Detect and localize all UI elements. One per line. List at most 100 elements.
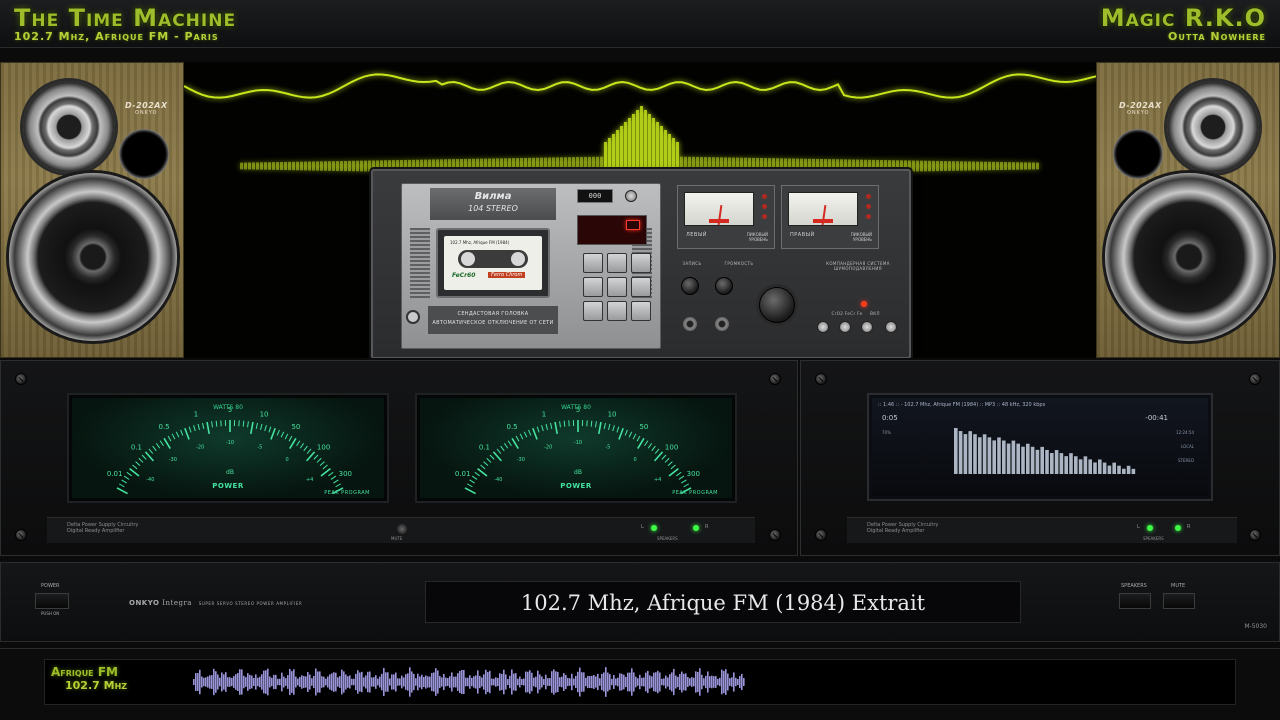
waveform-sample	[489, 670, 491, 694]
transport-button[interactable]	[607, 253, 627, 273]
meter-tick	[288, 435, 293, 442]
waveform-sample	[573, 678, 575, 686]
volume-label: ГРОМКОСТЬ	[724, 261, 754, 266]
visualizer-bar	[1004, 162, 1007, 170]
visualizer-bar	[964, 161, 967, 171]
visualizer-bar	[364, 160, 367, 172]
waveform-sample	[523, 678, 525, 686]
visualizer-bar	[328, 161, 331, 171]
noise-reduction-button[interactable]	[885, 321, 897, 333]
transport-button[interactable]	[631, 277, 651, 297]
transport-button[interactable]	[583, 277, 603, 297]
tape-fe-button[interactable]	[861, 321, 873, 333]
waveform-sample	[329, 674, 331, 690]
waveform-sample	[339, 676, 341, 688]
right-channel-label: R	[1187, 524, 1191, 530]
meter-scale-label: 0.1	[131, 443, 142, 451]
transport-button[interactable]	[607, 301, 627, 321]
waveform-sample	[497, 677, 499, 687]
meter-scale-label: 300	[339, 470, 352, 478]
meter-tick	[550, 422, 553, 429]
balance-knob[interactable]	[715, 277, 733, 295]
waveform-sample	[607, 672, 609, 692]
watts-label: WATTS 80	[561, 404, 591, 411]
waveform-sample	[223, 674, 225, 690]
record-level-knob[interactable]	[681, 277, 699, 295]
spectrum-bar	[1059, 453, 1064, 474]
transport-button[interactable]	[631, 301, 651, 321]
waveform-sample	[459, 670, 461, 694]
meter-db-label: -5	[605, 444, 610, 450]
spectrum-bar	[1074, 456, 1078, 474]
meter-tick	[255, 422, 258, 429]
top-title-bar: The Time Machine 102.7 Mhz, Afrique FM -…	[0, 0, 1280, 48]
headphone-jack	[715, 317, 729, 331]
waveform-sample	[389, 678, 391, 686]
tape-fecr-button[interactable]	[839, 321, 851, 333]
meter-tick	[480, 464, 486, 470]
waveform-sample	[251, 675, 253, 689]
counter-reset-button[interactable]	[625, 190, 637, 202]
transport-button[interactable]	[607, 277, 627, 297]
waveform-sample	[639, 674, 641, 690]
meter-db-label: -10	[226, 440, 234, 446]
meter-scale-label: 50	[639, 423, 648, 431]
waveform-sample	[241, 669, 243, 695]
spectrum-bar	[963, 434, 968, 474]
visualizer-bar	[916, 160, 919, 172]
speaker-led-left	[1147, 525, 1153, 531]
meter-scale-label: 0.5	[506, 423, 517, 431]
transport-button[interactable]	[583, 253, 603, 273]
amp-power-button[interactable]	[35, 593, 69, 609]
visualizer-bar	[268, 162, 271, 170]
waveform-station: Afrique FM	[51, 665, 118, 679]
waveform-sample	[315, 668, 317, 696]
waveform-sample	[393, 674, 395, 690]
meter-db-label: 0	[634, 457, 637, 463]
artist-title: Magic R.K.O	[1100, 4, 1266, 32]
waveform-sample	[675, 675, 677, 689]
waveform-sample	[377, 678, 379, 686]
mute-knob[interactable]	[397, 524, 407, 534]
visualizer-bar	[924, 160, 927, 172]
transport-button[interactable]	[631, 253, 651, 273]
visualizer-bar	[960, 161, 963, 171]
waveform-sample	[493, 678, 495, 686]
waveform-sample	[381, 673, 383, 691]
mute-button[interactable]	[1163, 593, 1195, 609]
meter-face: 0.01 0.1 0.5 1 5 10 50 100 300 -40 -30 -20 -10 -5 0 +4 d…	[72, 398, 384, 498]
tape-cro2-button[interactable]	[817, 321, 829, 333]
mode-stereo[interactable]: STEREO	[1178, 456, 1194, 465]
amp-description: SUPER SERVO STEREO POWER AMPLIFIER	[198, 601, 303, 606]
waveform-sample	[355, 673, 357, 691]
waveform-sample	[629, 672, 631, 692]
waveform-sample	[361, 671, 363, 693]
waveform-sample	[415, 678, 417, 686]
visualizer-bar	[272, 162, 275, 170]
waveform-sample	[337, 677, 339, 687]
power-button[interactable]	[406, 310, 420, 324]
cassette-brand-label: Ferro Chrom	[488, 272, 526, 278]
waveform-sample	[531, 672, 533, 692]
waveform-sample	[359, 672, 361, 692]
waveform-seekbar[interactable]	[193, 660, 1233, 704]
waveform-sample	[485, 669, 487, 695]
transport-button[interactable]	[583, 301, 603, 321]
visualizer-bar	[920, 160, 923, 172]
spectrum-bar	[1006, 443, 1011, 474]
spectrum-bar	[954, 428, 958, 474]
visualizer-bar	[992, 161, 995, 171]
waveform-sample	[561, 676, 563, 688]
meter-tick	[678, 475, 685, 480]
meter-tick	[644, 440, 649, 447]
speaker-maker-label: ONKYO	[135, 110, 158, 116]
speakers-button[interactable]	[1119, 593, 1151, 609]
mode-local[interactable]: LOCAL	[1181, 442, 1194, 451]
volume-knob[interactable]	[759, 287, 795, 323]
waveform-sample	[457, 673, 459, 691]
visualizer-bar	[1008, 162, 1011, 170]
waveform-sample	[677, 676, 679, 688]
meter-tick	[515, 435, 520, 442]
meter-tick	[132, 464, 138, 470]
visualizer-bar	[260, 162, 263, 170]
